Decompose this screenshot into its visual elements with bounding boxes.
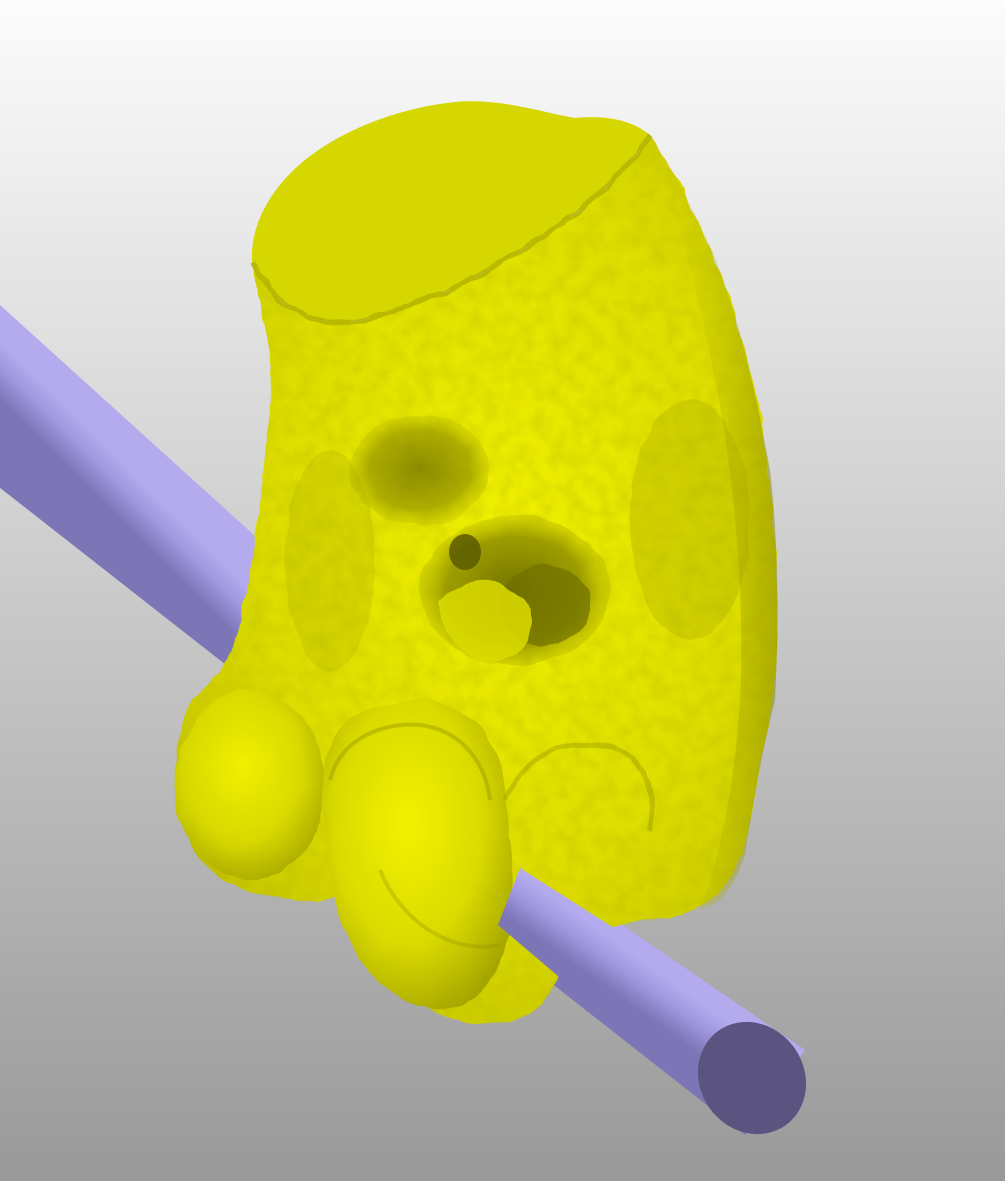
bone-model[interactable] bbox=[175, 101, 779, 1024]
bone-cavity-hole bbox=[449, 534, 481, 570]
bone-lower-left-lobe bbox=[175, 690, 325, 880]
bone-left-groove bbox=[285, 450, 375, 670]
3d-viewport[interactable] bbox=[0, 0, 1005, 1181]
bone-upper-fossa bbox=[350, 415, 490, 525]
bone-right-groove bbox=[630, 400, 750, 640]
3d-scene[interactable] bbox=[0, 0, 1005, 1181]
